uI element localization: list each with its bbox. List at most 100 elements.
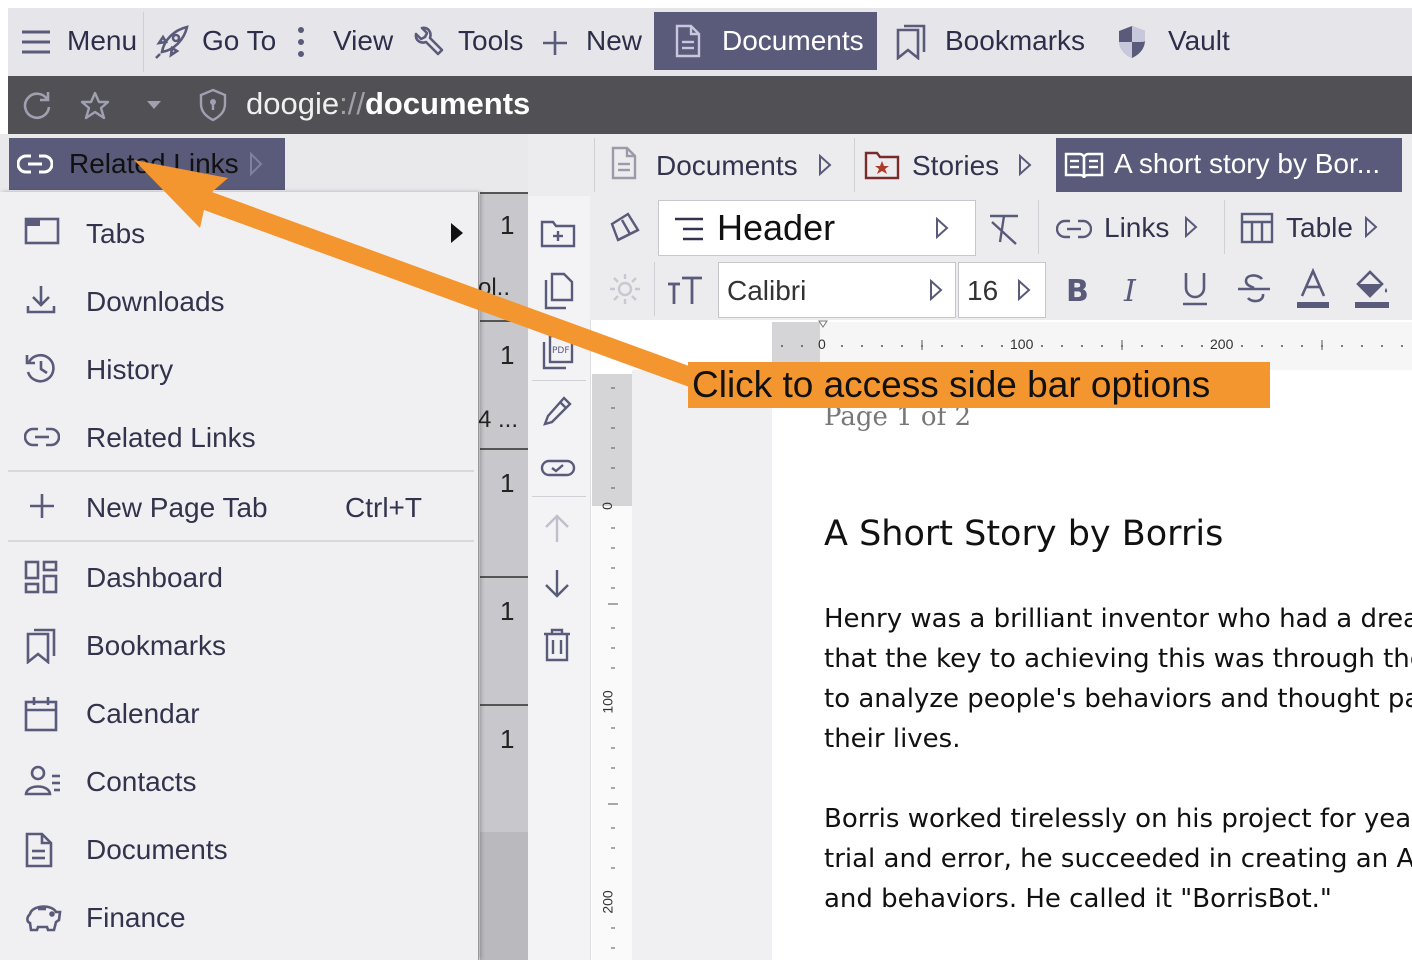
menu-item-finance[interactable]: Finance bbox=[0, 882, 478, 950]
goto-label: Go To bbox=[202, 25, 277, 56]
italic-icon[interactable]: I bbox=[1122, 274, 1148, 306]
chevron-down-icon[interactable] bbox=[146, 100, 162, 110]
menu-item-downloads[interactable]: Downloads bbox=[0, 266, 478, 334]
new-folder-icon[interactable] bbox=[540, 216, 576, 248]
bookmark-icon bbox=[896, 24, 926, 60]
arrow-up-icon[interactable] bbox=[542, 512, 572, 544]
related-links-label: Related Links bbox=[69, 148, 239, 179]
menu-item-bookmarks[interactable]: Bookmarks bbox=[0, 610, 478, 678]
new-button[interactable]: New bbox=[538, 8, 650, 76]
tools-label: Tools bbox=[458, 25, 524, 56]
view-label: View bbox=[333, 25, 394, 56]
menu-item-tabs[interactable]: Tabs bbox=[0, 198, 478, 266]
goto-button[interactable]: Go To bbox=[144, 8, 278, 76]
eraser-icon[interactable] bbox=[608, 210, 644, 246]
document-paragraph-line[interactable]: to analyze people's behaviors and though… bbox=[824, 684, 1412, 714]
document-paragraph-line[interactable]: trial and error, he succeeded in creatin… bbox=[824, 844, 1412, 874]
document-paragraph-line[interactable]: Henry was a brilliant inventor who had a… bbox=[824, 604, 1412, 634]
menu-item-documents[interactable]: Documents bbox=[0, 814, 478, 882]
bookmarks-top-button[interactable]: Bookmarks bbox=[888, 8, 1093, 76]
menu-button[interactable]: Menu bbox=[8, 8, 142, 76]
font-family-value: Calibri bbox=[727, 275, 807, 306]
indent-marker-icon[interactable] bbox=[818, 320, 828, 328]
chevron-right-icon bbox=[1185, 216, 1198, 238]
clear-format-icon[interactable] bbox=[986, 212, 1022, 246]
calendar-icon bbox=[24, 697, 58, 732]
table-label: Table bbox=[1286, 212, 1353, 243]
related-links-sidebar-button[interactable]: Related Links bbox=[9, 138, 285, 190]
links-button[interactable]: Links bbox=[1052, 196, 1212, 258]
annotation-callout: Click to access side bar options bbox=[688, 362, 1270, 408]
document-title[interactable]: A Short Story by Borris bbox=[824, 514, 1223, 554]
menu-item-contacts[interactable]: Contacts bbox=[0, 746, 478, 814]
rename-icon[interactable] bbox=[540, 456, 576, 480]
pencil-icon[interactable] bbox=[542, 394, 574, 426]
font-size-select[interactable]: 16 bbox=[958, 262, 1046, 318]
menu-item-calendar[interactable]: Calendar bbox=[0, 678, 478, 746]
ruler-tick-label: 100 bbox=[599, 690, 616, 714]
security-shield-icon[interactable] bbox=[198, 88, 228, 122]
menu-item-new-page-tab[interactable]: New Page Tab Ctrl+T bbox=[0, 472, 478, 540]
font-size-value: 16 bbox=[967, 275, 999, 306]
menu-item-dashboard[interactable]: Dashboard bbox=[0, 542, 478, 610]
menu-item-label: Tabs bbox=[86, 218, 146, 249]
contacts-icon bbox=[24, 765, 60, 796]
list-fragment: ol.. bbox=[478, 274, 511, 301]
breadcrumb-documents[interactable]: Documents bbox=[604, 134, 854, 196]
reload-icon[interactable] bbox=[22, 90, 52, 120]
link-icon bbox=[17, 154, 53, 174]
address-bar: doogie://documents bbox=[8, 76, 1412, 134]
kebab-icon bbox=[298, 27, 304, 57]
breadcrumb-active-document[interactable]: A short story by Bor... bbox=[1056, 138, 1402, 192]
bookmark-icon bbox=[26, 628, 56, 664]
document-paragraph-line[interactable]: their lives. bbox=[824, 724, 961, 754]
list-number: 1 bbox=[500, 210, 515, 240]
document-paragraph-line[interactable]: Borris worked tirelessly on his project … bbox=[824, 804, 1411, 834]
list-number: 1 bbox=[500, 724, 515, 754]
menu-item-label: Dashboard bbox=[86, 562, 223, 593]
chevron-right-icon bbox=[930, 279, 943, 301]
strikethrough-icon[interactable] bbox=[1236, 272, 1272, 306]
copy-document-icon[interactable] bbox=[540, 272, 574, 310]
documents-top-button[interactable]: Documents bbox=[654, 12, 877, 70]
paragraph-style-select[interactable]: Header bbox=[658, 200, 976, 256]
menu-item-label: Finance bbox=[86, 902, 186, 933]
address-url[interactable]: doogie://documents bbox=[246, 86, 530, 122]
submenu-arrow-icon bbox=[451, 223, 463, 243]
sidebar-menu: Tabs Downloads History Related Links New… bbox=[0, 192, 479, 960]
document-paragraph-line[interactable]: and behaviors. He called it "BorrisBot." bbox=[824, 884, 1332, 914]
chevron-right-icon bbox=[936, 217, 949, 239]
svg-text:PDF: PDF bbox=[552, 346, 570, 356]
chevron-right-icon bbox=[250, 152, 263, 176]
tools-button[interactable]: Tools bbox=[406, 8, 531, 76]
trash-icon[interactable] bbox=[542, 628, 572, 662]
table-button[interactable]: Table bbox=[1236, 196, 1386, 258]
table-icon bbox=[1240, 212, 1274, 244]
vertical-ruler-ticks bbox=[608, 387, 618, 949]
document-icon bbox=[25, 832, 53, 868]
underline-icon[interactable] bbox=[1180, 270, 1210, 308]
bold-icon[interactable]: B bbox=[1064, 274, 1090, 306]
breadcrumb-stories[interactable]: Stories bbox=[864, 134, 1044, 196]
link-icon bbox=[1056, 219, 1092, 239]
pdf-icon[interactable]: PDF bbox=[540, 334, 574, 370]
menu-item-label: Bookmarks bbox=[86, 630, 227, 661]
menu-item-label: Downloads bbox=[86, 286, 225, 317]
menu-item-related-links[interactable]: Related Links bbox=[0, 402, 478, 470]
list-number: 1 bbox=[500, 340, 515, 370]
view-button[interactable]: View bbox=[288, 8, 398, 76]
menu-item-label: Documents bbox=[86, 834, 228, 865]
arrow-down-icon[interactable] bbox=[542, 568, 572, 600]
star-icon[interactable] bbox=[80, 91, 110, 121]
font-size-icon[interactable] bbox=[666, 274, 704, 306]
settings-gear-icon[interactable] bbox=[608, 272, 642, 306]
document-paragraph-line[interactable]: that the key to achieving this was throu… bbox=[824, 644, 1412, 674]
highlight-fill-icon[interactable] bbox=[1354, 268, 1392, 310]
vault-button[interactable]: Vault bbox=[1112, 8, 1252, 76]
menu-item-label: Calendar bbox=[86, 698, 200, 729]
paragraph-style-value: Header bbox=[717, 207, 836, 248]
text-color-icon[interactable] bbox=[1296, 268, 1330, 310]
font-family-select[interactable]: Calibri bbox=[718, 262, 956, 318]
menu-item-label: Related Links bbox=[86, 422, 256, 453]
menu-item-history[interactable]: History bbox=[0, 334, 478, 402]
